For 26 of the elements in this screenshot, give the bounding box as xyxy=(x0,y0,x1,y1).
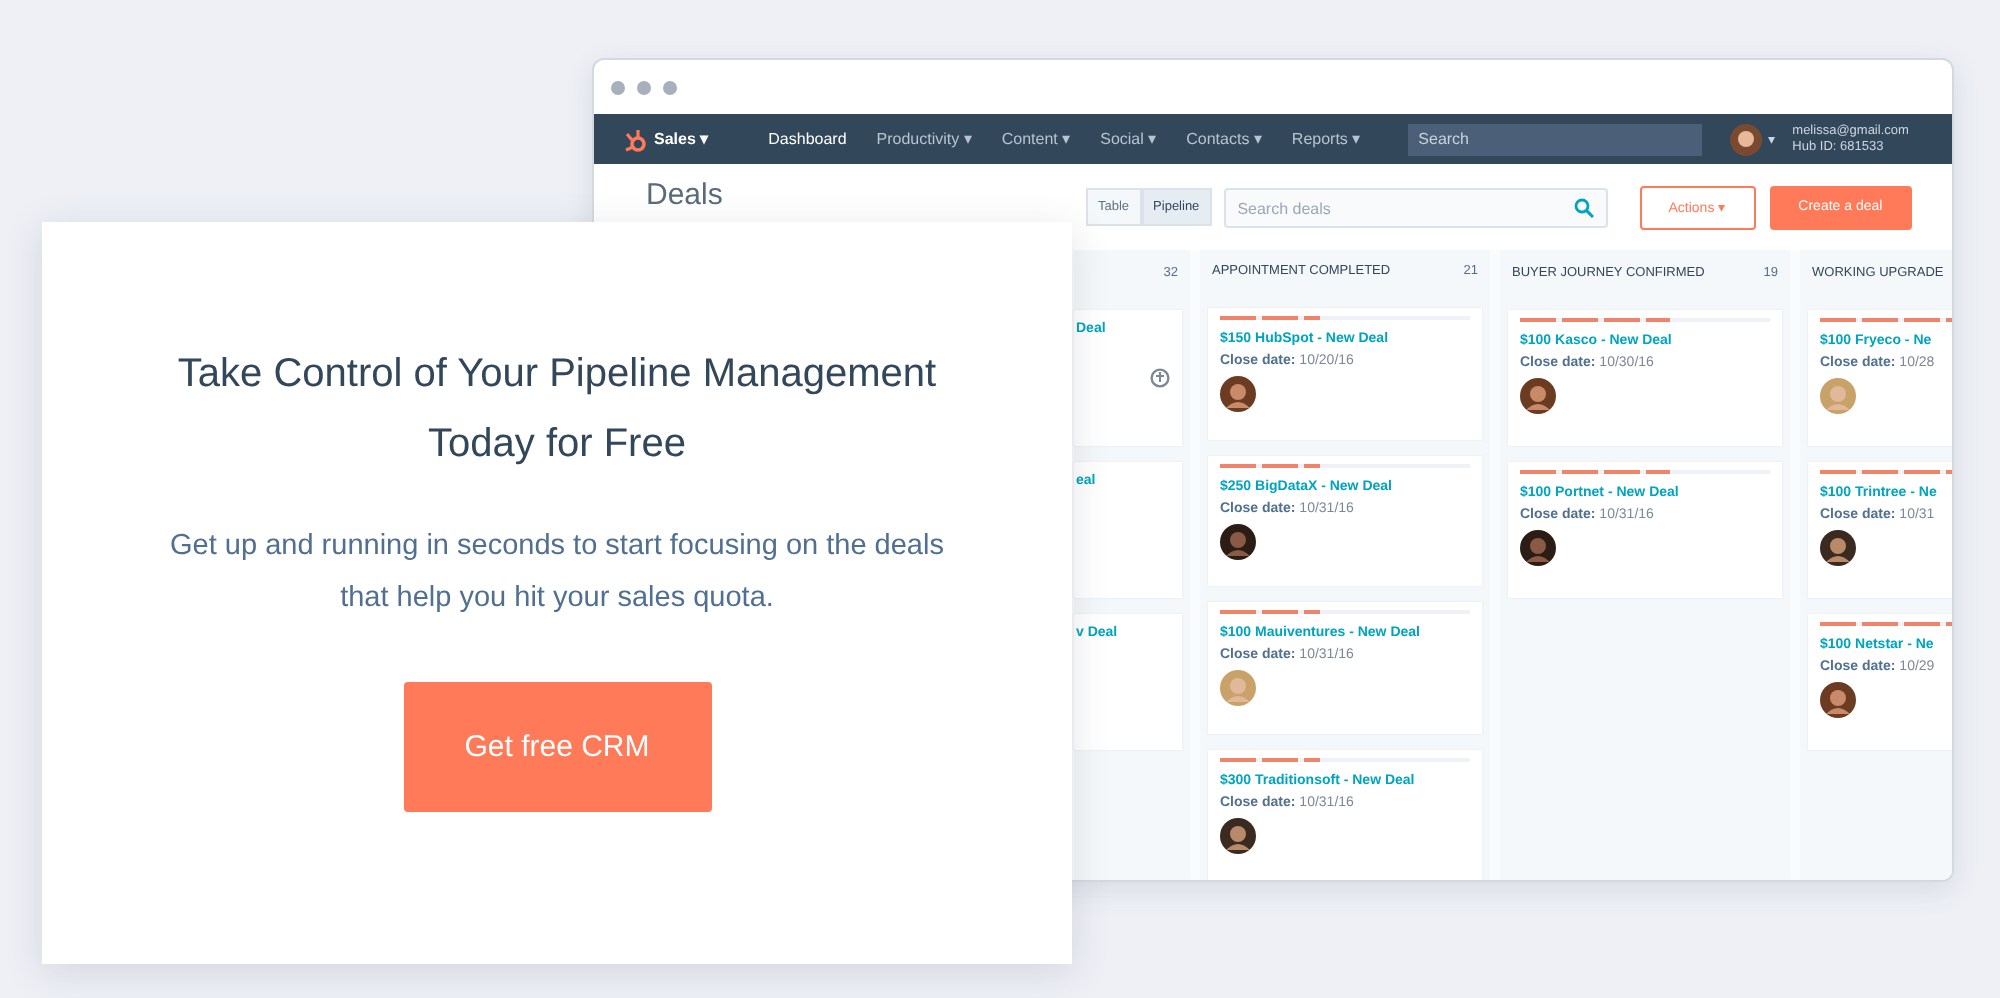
avatar xyxy=(1220,670,1256,707)
nav-item[interactable]: Contacts ▾ xyxy=(1186,130,1262,148)
search-field[interactable]: Search xyxy=(1408,123,1703,155)
search-icon xyxy=(1573,197,1594,217)
app-menu[interactable]: Sales ▾ xyxy=(654,130,709,148)
avatar xyxy=(1220,376,1256,413)
sprocket-icon xyxy=(624,127,646,151)
avatar xyxy=(1730,123,1763,155)
search-field[interactable]: Search deals xyxy=(1223,188,1608,228)
promo-text: Get up and running in seconds to start focusing on the deals that help you hit your sales quota. xyxy=(168,528,946,618)
get-crm-button[interactable]: Get free CRM xyxy=(403,682,711,812)
window-dots-icon xyxy=(610,79,678,95)
avatar xyxy=(1220,817,1256,854)
avatar xyxy=(1820,530,1856,566)
nav-item[interactable]: Reports ▾ xyxy=(1291,130,1361,148)
nav-item[interactable]: Productivity ▾ xyxy=(876,130,972,148)
avatar xyxy=(1520,530,1556,566)
nav-item[interactable]: Dashboard xyxy=(768,130,847,148)
nav-item[interactable]: Social ▾ xyxy=(1100,130,1157,148)
avatar xyxy=(1820,378,1856,414)
nav-item[interactable]: Content ▾ xyxy=(1001,130,1071,148)
avatar xyxy=(1820,682,1856,718)
avatar xyxy=(1220,523,1256,560)
page-title: Deals xyxy=(646,178,725,212)
avatar xyxy=(1520,378,1556,414)
promo-heading: Take Control of Your Pipeline Management Today for Free xyxy=(175,350,939,470)
